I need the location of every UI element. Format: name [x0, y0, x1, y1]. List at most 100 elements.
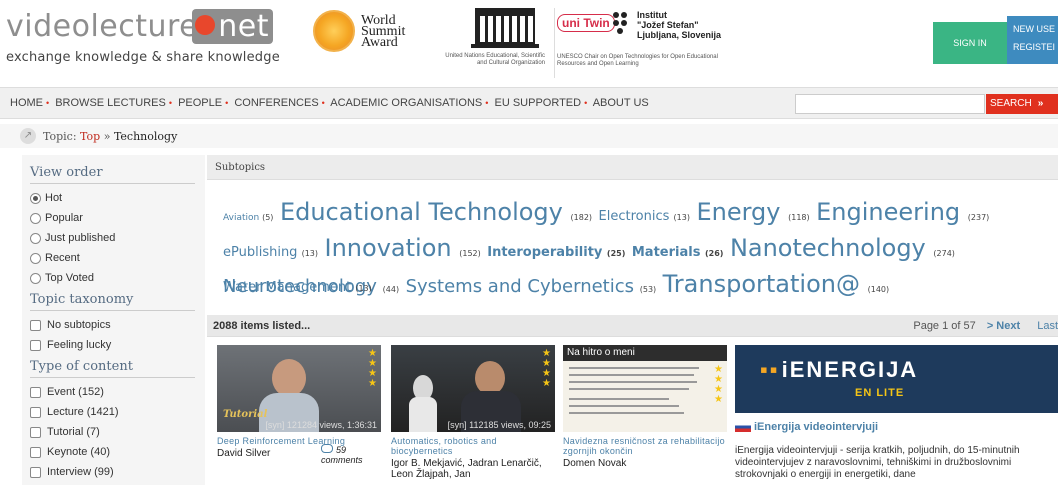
view-order-popular[interactable]: Popular [30, 208, 205, 228]
lecture-title[interactable]: Navidezna resničnost za rehabilitacijo z… [563, 436, 729, 456]
lecture-title[interactable]: Automatics, robotics and biocybernetics [391, 436, 557, 456]
type-interview-checkbox[interactable]: Interview (99) [30, 462, 205, 482]
tag-name: ePublishing [223, 245, 298, 260]
lecture-card[interactable]: Na hitro o meni ★ ★ ★ ★ Navidezna resničnos… [563, 345, 729, 469]
award-badge-icon [313, 10, 355, 52]
ijs-line: Ljubljana, Slovenija [637, 30, 722, 40]
tag-count: (25) [606, 249, 626, 258]
tag-count: (182) [570, 213, 593, 222]
tag-count: (5) [262, 213, 274, 222]
nav-academic-organisations[interactable]: ACADEMIC ORGANISATIONS [330, 97, 482, 109]
checkbox-icon [30, 466, 41, 478]
site-logo[interactable]: videolectures net exchange knowledge & sh… [6, 9, 306, 65]
view-order-hot[interactable]: Hot [30, 188, 205, 208]
comments-link[interactable]: 59 comments [321, 444, 383, 465]
tag-name: Transportation@ [662, 270, 860, 298]
tag-engineering[interactable]: Engineering (237) [816, 198, 989, 226]
tag-count: (118) [788, 213, 810, 222]
breadcrumb-top-link[interactable]: Top [80, 130, 100, 143]
tag-educational-technology[interactable]: Educational Technology (182) [280, 198, 592, 226]
option-label: Popular [45, 212, 83, 224]
tag-count: (140) [867, 285, 890, 294]
tag-count: (13) [673, 213, 690, 222]
sign-in-button[interactable]: SIGN IN [933, 22, 1007, 64]
tag-systems-and-cybernetics[interactable]: Systems and Cybernetics (53) [406, 276, 657, 297]
rating-stars: ★ ★ ★ ★ [714, 364, 723, 405]
breadcrumb-current: Technology [113, 130, 178, 143]
rating-stars: ★ ★ ★ ★ [368, 348, 377, 389]
pagination: Page 1 of 57 > Next Last [913, 320, 1058, 332]
view-order-top-voted[interactable]: Top Voted [30, 268, 205, 288]
tag-count: (13) [301, 249, 319, 258]
tag-nanotechnology[interactable]: Nanotechnology (274) [730, 234, 955, 262]
ijs-line: "Jožef Stefan" [637, 20, 699, 30]
option-label: Keynote (40) [47, 446, 110, 458]
lecture-thumbnail[interactable]: ★ ★ ★ ★ Tutorial [syn] 121284 views, 1:36:3… [217, 345, 381, 432]
tag-transportation[interactable]: Transportation@ (140) [663, 270, 889, 298]
featured-project[interactable]: ▪▪iENERGIJA EN LITE iEnergija videointer… [735, 345, 1058, 481]
tag-water-management[interactable]: Water Management (13) [223, 280, 372, 295]
logo-tagline: exchange knowledge & share knowledge [6, 50, 280, 65]
tag-energy[interactable]: Energy (118) [696, 198, 809, 226]
view-order-recent[interactable]: Recent [30, 248, 205, 268]
tag-aviation[interactable]: Aviation (5) [223, 213, 273, 223]
nav-browse-lectures[interactable]: BROWSE LECTURES [55, 97, 166, 109]
lecture-card[interactable]: ★ ★ ★ ★ Tutorial [syn] 121284 views, 1:36:3… [217, 345, 383, 465]
featured-banner[interactable]: ▪▪iENERGIJA EN LITE [735, 345, 1058, 413]
brand-text: iENERGIJA [781, 357, 919, 382]
option-label: No subtopics [47, 319, 111, 331]
lecture-author[interactable]: Igor B. Mekjavić, Jadran Lenarčič, Leon … [391, 458, 557, 480]
tutorial-badge: Tutorial [223, 409, 268, 420]
nav-eu-supported[interactable]: EU SUPPORTED [494, 97, 581, 109]
search-input[interactable] [795, 94, 985, 114]
last-page-link[interactable]: Last [1037, 320, 1058, 332]
featured-brand: ▪▪iENERGIJA [760, 357, 918, 383]
chevron-right-icon: » [1037, 98, 1044, 109]
register-button[interactable]: NEW USE REGISTEI [1007, 16, 1058, 64]
tag-materials[interactable]: Materials (26) [632, 245, 724, 260]
topic-arrow-icon[interactable]: ↗ [20, 128, 36, 144]
tag-name: Engineering [816, 198, 961, 226]
option-label: Tutorial (7) [47, 426, 100, 438]
view-order-title: View order [30, 165, 195, 184]
type-lecture-checkbox[interactable]: Lecture (1421) [30, 402, 205, 422]
page-indicator: Page 1 of 57 [913, 320, 976, 332]
lecture-thumbnail[interactable]: Na hitro o meni ★ ★ ★ ★ [563, 345, 727, 432]
tag-epublishing[interactable]: ePublishing (13) [223, 245, 318, 260]
logo-wordmark: videolectures net [6, 9, 306, 44]
nav-separator: • [225, 98, 229, 108]
radio-icon [30, 192, 41, 204]
type-event-checkbox[interactable]: Event (152) [30, 382, 205, 402]
search-button[interactable]: SEARCH » [986, 94, 1058, 114]
radio-icon [30, 212, 41, 224]
unitwin-ijs-logo[interactable]: uni Twin Institut "Jožef Stefan" Ljublja… [554, 8, 774, 78]
tag-name: Educational Technology [279, 198, 563, 226]
tag-electronics[interactable]: Electronics (13) [599, 209, 690, 224]
nav-home[interactable]: HOME [10, 97, 43, 109]
unesco-logo[interactable]: United Nations Educational, Scientific a… [445, 8, 545, 78]
lecture-card[interactable]: ★ ★ ★ ★ [syn] 112185 views, 09:25 Automatic… [391, 345, 557, 480]
no-subtopics-checkbox[interactable]: No subtopics [30, 315, 205, 335]
listing-header: 2088 items listed... Page 1 of 57 > Next… [207, 315, 1058, 337]
lecture-author[interactable]: Domen Novak [563, 458, 729, 469]
nav-conferences[interactable]: CONFERENCES [234, 97, 318, 109]
rating-stars: ★ ★ ★ ★ [542, 348, 551, 389]
nav-people[interactable]: PEOPLE [178, 97, 222, 109]
next-page-link[interactable]: > Next [987, 320, 1020, 332]
lecture-thumbnail[interactable]: ★ ★ ★ ★ [syn] 112185 views, 09:25 [391, 345, 555, 432]
featured-brand-sub: EN LITE [855, 387, 905, 399]
featured-title-link[interactable]: iEnergija videointervjuji [735, 421, 1058, 433]
world-summit-award-logo[interactable]: World Summit Award [313, 10, 453, 52]
site-header: videolectures net exchange knowledge & sh… [0, 0, 1058, 86]
option-label: Lecture (1421) [47, 406, 119, 418]
tag-interoperability[interactable]: Interoperability (25) [487, 245, 625, 260]
nav-separator: • [321, 98, 325, 108]
view-order-just-published[interactable]: Just published [30, 228, 205, 248]
type-tutorial-checkbox[interactable]: Tutorial (7) [30, 422, 205, 442]
feeling-lucky-checkbox[interactable]: Feeling lucky [30, 335, 205, 355]
option-label: Interview (99) [47, 466, 114, 478]
nav-about-us[interactable]: ABOUT US [593, 97, 649, 109]
tag-innovation[interactable]: Innovation (152) [325, 234, 481, 262]
unitwin-caption: UNESCO Chair on Open Technologies for Op… [557, 54, 718, 67]
type-keynote-checkbox[interactable]: Keynote (40) [30, 442, 205, 462]
